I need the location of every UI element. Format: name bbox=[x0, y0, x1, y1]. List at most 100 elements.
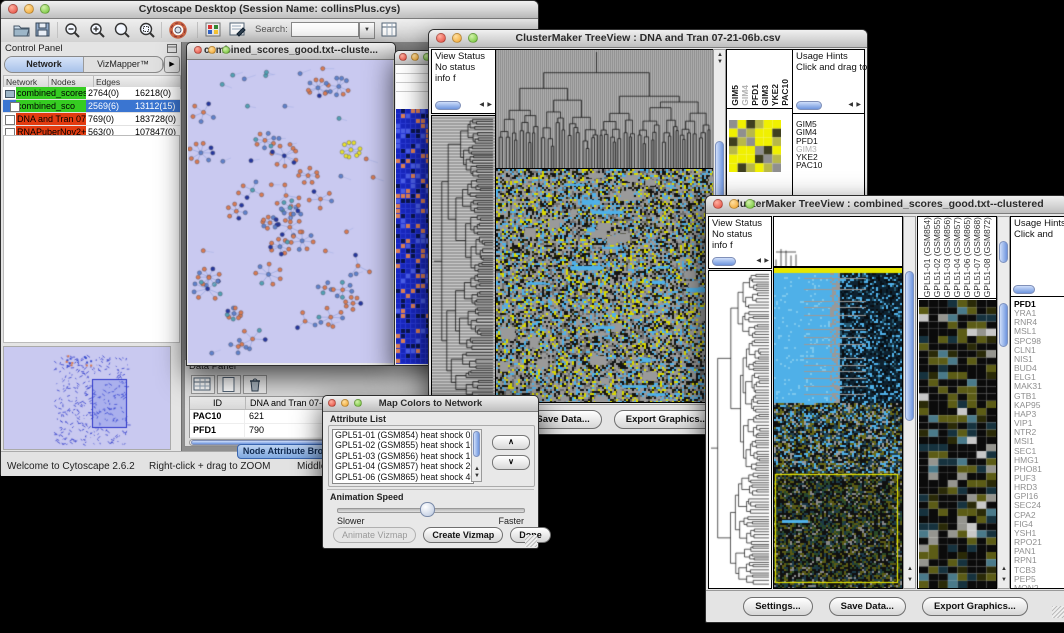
tv2-column-dendrogram[interactable] bbox=[773, 216, 903, 267]
scroll-right-icon[interactable]: ▶ bbox=[856, 102, 861, 108]
minimize-button[interactable] bbox=[208, 46, 216, 54]
vizmapper-palette-icon[interactable] bbox=[205, 22, 221, 37]
column-label[interactable]: GIM3 bbox=[760, 85, 770, 106]
scroll-right-icon[interactable]: ▶ bbox=[764, 258, 769, 264]
tv1-column-labels[interactable]: GIM5GIM4PFD1GIM3YKE2PAC10 bbox=[730, 50, 790, 106]
column-label[interactable]: GPL51-01 (GSM854) bbox=[922, 217, 932, 297]
scroll-right-icon[interactable]: ▶ bbox=[487, 102, 492, 108]
tv2-vscrollbar[interactable]: ▲ ▼ bbox=[903, 216, 916, 589]
gene-label[interactable]: MON2 bbox=[1014, 584, 1064, 589]
scroll-down-icon[interactable]: ▼ bbox=[717, 59, 723, 65]
treeview-action-button[interactable]: Export Graphics... bbox=[922, 597, 1028, 616]
close-button[interactable] bbox=[328, 399, 336, 407]
scroll-up-icon[interactable]: ▲ bbox=[474, 466, 480, 472]
label-scroll-thumb[interactable] bbox=[999, 241, 1008, 263]
main-title-bar[interactable]: Cytoscape Desktop (Session Name: collins… bbox=[1, 1, 538, 19]
scroll-down-icon[interactable]: ▼ bbox=[474, 473, 480, 479]
tv2-gene-labels[interactable]: PFD1YRA1RNR4MSL1SPC98CLN1NIS1BUD4ELG1MAK… bbox=[1014, 300, 1064, 589]
dialog-title-bar[interactable]: Map Colors to Network bbox=[323, 396, 538, 412]
zoom-fit-icon[interactable] bbox=[114, 22, 131, 39]
column-label[interactable]: GPL51-04 (GSM857) bbox=[952, 217, 962, 297]
minimize-button[interactable] bbox=[411, 53, 419, 61]
tv2-column-labels[interactable]: GPL51-01 (GSM854)GPL51-02 (GSM855)GPL51-… bbox=[922, 217, 996, 297]
minimize-button[interactable] bbox=[452, 33, 462, 43]
attribute-list[interactable]: GPL51-01 (GSM854) heat shock 05 minGPL51… bbox=[332, 429, 474, 484]
scroll-up-icon[interactable]: ▲ bbox=[1001, 566, 1007, 572]
resize-grip[interactable] bbox=[1052, 606, 1064, 618]
column-label[interactable]: PFD1 bbox=[750, 84, 760, 106]
minimize-button[interactable] bbox=[341, 399, 349, 407]
attribute-list-scrollbar[interactable]: ▲ ▼ bbox=[471, 429, 482, 482]
column-label[interactable]: GPL51-08 (GSM872) bbox=[982, 217, 992, 297]
attribute-item[interactable]: GPL51-02 (GSM855) heat shock 10 min bbox=[335, 440, 473, 450]
minimize-button[interactable] bbox=[729, 199, 739, 209]
scroll-left-icon[interactable]: ◀ bbox=[479, 102, 484, 108]
scroll-left-icon[interactable]: ◀ bbox=[756, 258, 761, 264]
tv1-row-dendrogram[interactable] bbox=[431, 115, 496, 403]
usage-scroll-thumb[interactable] bbox=[1013, 285, 1035, 294]
close-button[interactable] bbox=[8, 4, 18, 14]
gene-scroll-thumb[interactable] bbox=[999, 303, 1008, 347]
zoom-button[interactable] bbox=[745, 199, 755, 209]
attribute-item[interactable]: GPL51-04 (GSM857) heat shock 20 min bbox=[335, 461, 473, 471]
tv2-right-scrollbar[interactable]: ▲ ▼ bbox=[997, 216, 1010, 589]
scroll-left-icon[interactable]: ◀ bbox=[848, 102, 853, 108]
id-column-header[interactable]: ID bbox=[190, 397, 246, 409]
treeview1-title-bar[interactable]: ClusterMaker TreeView : DNA and Tran 07-… bbox=[429, 30, 867, 48]
usage-scroll-thumb[interactable] bbox=[796, 101, 822, 110]
create-vizmap-button[interactable]: Create Vizmap bbox=[423, 527, 503, 543]
float-panel-icon[interactable] bbox=[167, 44, 177, 53]
zoom-selected-icon[interactable] bbox=[139, 22, 156, 39]
column-label[interactable]: GIM4 bbox=[740, 85, 750, 106]
tv2-heatmap[interactable] bbox=[773, 267, 903, 589]
minimize-button[interactable] bbox=[24, 4, 34, 14]
column-label[interactable]: GPL51-02 (GSM855) bbox=[932, 217, 942, 297]
column-label[interactable]: GPL51-03 (GSM856) bbox=[942, 217, 952, 297]
attribute-item[interactable]: GPL51-06 (GSM865) heat shock 40 min bbox=[335, 472, 473, 482]
scroll-up-icon[interactable]: ▲ bbox=[907, 566, 913, 572]
treeview-action-button[interactable]: Export Graphics... bbox=[614, 410, 720, 429]
column-label[interactable]: GPL51-07 (GSM868) bbox=[972, 217, 982, 297]
more-tabs-button[interactable]: ▶ bbox=[164, 56, 180, 73]
network-row[interactable]: combined_scores_ 2764(0) 16218(0) bbox=[3, 87, 180, 100]
network-overview-canvas[interactable] bbox=[3, 346, 171, 450]
close-button[interactable] bbox=[436, 33, 446, 43]
attribute-item[interactable]: GPL51-01 (GSM854) heat shock 05 min bbox=[335, 430, 473, 440]
view-status-scroll-thumb[interactable] bbox=[712, 257, 736, 266]
move-down-button[interactable]: ∨ bbox=[492, 455, 530, 470]
search-dropdown[interactable]: ▼ bbox=[359, 22, 375, 39]
save-icon[interactable] bbox=[35, 22, 50, 37]
table-grid-icon[interactable] bbox=[191, 375, 215, 394]
zoom-out-icon[interactable] bbox=[64, 22, 81, 39]
tv2-zoom-heatmap[interactable] bbox=[919, 300, 996, 588]
zoom-button[interactable] bbox=[354, 399, 362, 407]
network-window-title-bar[interactable]: combined_scores_good.txt--cluste... bbox=[187, 43, 395, 60]
column-label[interactable]: GPL51-06 (GSM865) bbox=[962, 217, 972, 297]
attribute-browser-icon[interactable] bbox=[381, 22, 397, 37]
speed-slider-thumb[interactable] bbox=[420, 502, 435, 517]
tv1-column-dendrogram[interactable] bbox=[495, 49, 714, 169]
attr-scroll-thumb[interactable] bbox=[473, 431, 480, 457]
network-row[interactable]: DNA and Tran 07 769(0) 183728(0) bbox=[3, 113, 180, 126]
search-input[interactable] bbox=[291, 22, 359, 37]
open-file-icon[interactable] bbox=[13, 22, 30, 37]
move-up-button[interactable]: ∧ bbox=[492, 435, 530, 450]
panel-tab[interactable]: Network bbox=[5, 57, 84, 72]
treeview2-title-bar[interactable]: ClusterMaker TreeView : combined_scores_… bbox=[706, 196, 1064, 214]
column-label[interactable]: YKE2 bbox=[770, 84, 780, 106]
zoom-in-icon[interactable] bbox=[89, 22, 106, 39]
zoom-button[interactable] bbox=[468, 33, 478, 43]
scroll-down-icon[interactable]: ▼ bbox=[907, 577, 913, 583]
close-button[interactable] bbox=[713, 199, 723, 209]
treeview-action-button[interactable]: Settings... bbox=[743, 597, 812, 616]
tv2-row-dendrogram[interactable] bbox=[708, 270, 772, 589]
new-attribute-icon[interactable] bbox=[217, 375, 241, 394]
tv1-heatmap[interactable] bbox=[495, 168, 714, 403]
tv1-zoom-heatmap[interactable] bbox=[729, 120, 781, 172]
column-label[interactable]: GIM5 bbox=[730, 85, 740, 106]
resize-grip[interactable] bbox=[525, 535, 537, 547]
network-graph-canvas[interactable] bbox=[188, 60, 393, 363]
delete-attribute-trash-icon[interactable] bbox=[243, 375, 267, 394]
close-button[interactable] bbox=[194, 46, 202, 54]
attribute-item[interactable]: GPL51-07 (GSM868) heat shock 60 min bbox=[335, 482, 473, 484]
